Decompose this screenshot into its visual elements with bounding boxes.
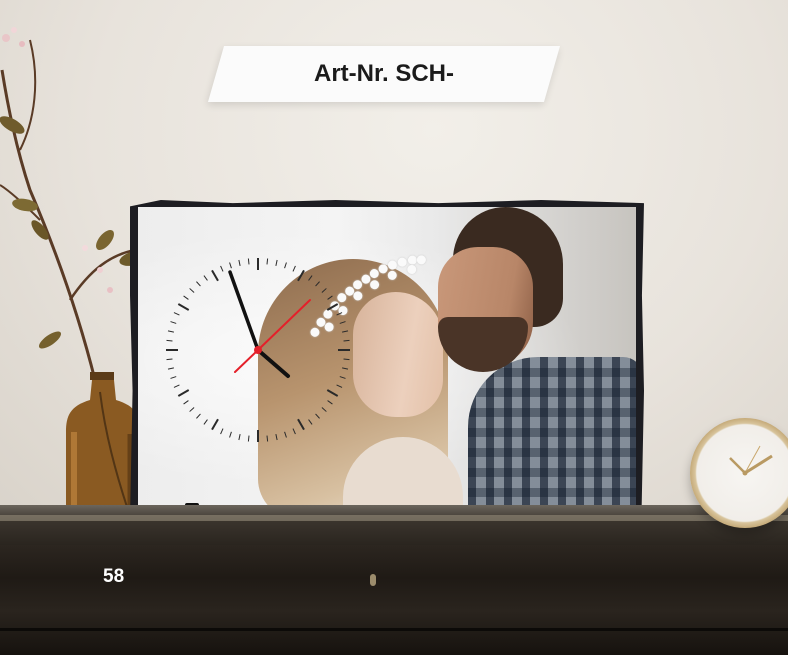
clock-minute-tick <box>183 400 189 405</box>
clock-minute-tick <box>238 259 241 266</box>
clock-minute-tick <box>308 419 313 425</box>
clock-hour-tick <box>297 418 305 431</box>
clock-minute-tick <box>284 431 287 438</box>
clock-minute-tick <box>266 435 269 442</box>
clock-hour-tick <box>326 389 339 397</box>
clock-minute-tick <box>229 262 232 269</box>
clock-minute-tick <box>275 259 278 266</box>
clock-minute-tick <box>220 265 224 272</box>
flower-branch <box>0 27 150 381</box>
clock-minute-tick <box>166 339 173 342</box>
clock-minute-tick <box>247 258 250 265</box>
clock-minute-tick <box>229 431 232 438</box>
clock-hour-hand <box>256 348 290 378</box>
clock-hour-tick <box>177 389 190 397</box>
clock-second-hand-tail <box>234 349 259 373</box>
clock-minute-tick <box>339 321 346 324</box>
clock-minute-tick <box>315 413 320 419</box>
clock-minute-tick <box>266 258 269 265</box>
man-shirt <box>468 357 636 510</box>
article-number-title: Art-Nr. SCH- <box>313 60 454 87</box>
clock-minute-tick <box>342 330 349 333</box>
clock-minute-tick <box>292 428 296 435</box>
clock-minute-tick <box>284 262 287 269</box>
clock-minute-tick <box>343 339 350 342</box>
shelf-top <box>0 505 788 545</box>
clock-minute-tick <box>196 281 201 287</box>
clock-minute-tick <box>203 419 208 425</box>
clock-center-pin <box>254 346 262 354</box>
page-number: 58 <box>103 566 125 587</box>
clock-minute-tick <box>173 312 180 316</box>
shelf-edge <box>0 515 788 521</box>
clock-minute-tick <box>321 407 327 412</box>
clock-icon <box>166 258 350 442</box>
clock-hour-tick <box>211 269 219 282</box>
clock-minute-tick <box>342 367 349 370</box>
clock-minute-tick <box>327 400 333 405</box>
clock-minute-tick <box>183 295 189 300</box>
clock-minute-tick <box>308 275 313 281</box>
clock-minute-tick <box>247 435 250 442</box>
clock-minute-tick <box>170 376 177 379</box>
clock-minute-tick <box>321 288 327 293</box>
clock-minute-tick <box>166 358 173 361</box>
clock-minute-tick <box>167 367 174 370</box>
clock-minute-tick <box>339 376 346 379</box>
clock-minute-tick <box>238 434 241 441</box>
clock-minute-tick <box>292 265 296 272</box>
keyhole-icon <box>370 574 376 586</box>
clock-minute-tick <box>343 358 350 361</box>
clock-minute-hand <box>228 270 260 352</box>
clock-minute-tick <box>336 312 343 316</box>
clock-hour-tick <box>177 303 190 311</box>
product-photo: Art-Nr. SCH- 58 <box>0 0 788 655</box>
clock-hour-tick <box>211 418 219 431</box>
clock-minute-tick <box>167 330 174 333</box>
clock-minute-tick <box>336 384 343 388</box>
clock-minute-tick <box>170 321 177 324</box>
clock-minute-tick <box>173 384 180 388</box>
clock-minute-tick <box>220 428 224 435</box>
cabinet-line <box>0 628 788 631</box>
clock-minute-tick <box>275 434 278 441</box>
cabinet <box>0 545 788 655</box>
clock-second-hand <box>257 299 311 351</box>
clock-hour-tick <box>326 303 339 311</box>
clock-hour-tick <box>297 269 305 282</box>
clock-minute-tick <box>189 288 195 293</box>
alarm-clock-icon <box>690 418 788 528</box>
clock-minute-tick <box>196 413 201 419</box>
clock-minute-tick <box>189 407 195 412</box>
clock-minute-tick <box>315 281 320 287</box>
clock-minute-tick <box>327 295 333 300</box>
clock-minute-tick <box>203 275 208 281</box>
